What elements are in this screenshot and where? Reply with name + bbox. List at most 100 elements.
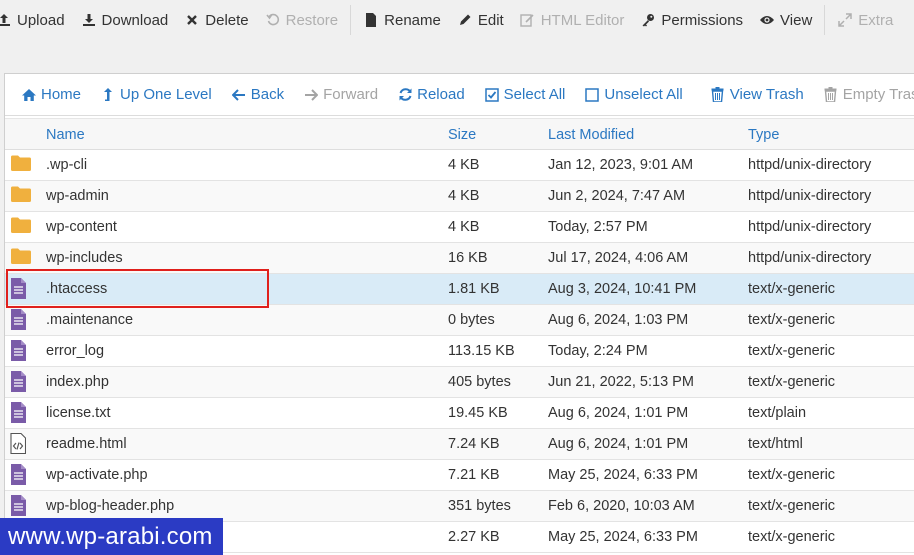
file-last-modified: May 25, 2024, 6:33 PM xyxy=(548,529,698,545)
edit-button[interactable]: Edit xyxy=(449,2,512,38)
extract-label: Extra xyxy=(858,11,894,29)
upload-label: Upload xyxy=(17,11,65,29)
permissions-label: Permissions xyxy=(661,11,744,29)
column-header-name[interactable]: Name xyxy=(46,127,85,143)
file-last-modified: Jun 2, 2024, 7:47 AM xyxy=(548,188,686,204)
back-button[interactable]: Back xyxy=(225,86,290,103)
file-type: httpd/unix-directory xyxy=(748,219,872,235)
key-icon xyxy=(640,12,656,28)
file-name[interactable]: license.txt xyxy=(46,405,110,421)
folder-icon xyxy=(10,185,32,207)
up-one-level-label: Up One Level xyxy=(120,86,212,103)
top-toolbar: Upload Download Delete Restore Rename Ed… xyxy=(0,0,914,40)
arrow-right-icon xyxy=(303,87,319,103)
forward-button[interactable]: Forward xyxy=(297,86,384,103)
file-name[interactable]: wp-blog-header.php xyxy=(46,498,174,514)
file-icon xyxy=(363,12,379,28)
rename-button[interactable]: Rename xyxy=(355,2,449,38)
download-label: Download xyxy=(101,11,169,29)
back-label: Back xyxy=(250,86,285,103)
file-type: text/x-generic xyxy=(748,312,836,328)
view-trash-button[interactable]: View Trash xyxy=(704,86,810,103)
file-type: text/x-generic xyxy=(748,281,836,297)
column-header-size[interactable]: Size xyxy=(448,127,476,143)
table-row[interactable]: readme.html 7.24 KB Aug 6, 2024, 1:01 PM te… xyxy=(5,429,914,460)
file-name[interactable]: wp-admin xyxy=(46,188,109,204)
text-file-icon xyxy=(10,402,32,424)
toolbar-divider xyxy=(824,5,826,35)
checkbox-checked-icon xyxy=(484,87,500,103)
table-row[interactable]: .maintenance 0 bytes Aug 6, 2024, 1:03 PM t… xyxy=(5,305,914,336)
file-name[interactable]: index.php xyxy=(46,374,109,390)
permissions-button[interactable]: Permissions xyxy=(632,2,751,38)
home-button[interactable]: Home xyxy=(15,86,87,103)
file-type: httpd/unix-directory xyxy=(748,157,872,173)
up-one-level-button[interactable]: Up One Level xyxy=(94,86,218,103)
arrow-left-icon xyxy=(231,87,247,103)
file-size: 7.21 KB xyxy=(448,467,500,483)
table-row[interactable]: index.php 405 bytes Jun 21, 2022, 5:13 PM t… xyxy=(5,367,914,398)
file-name[interactable]: wp-activate.php xyxy=(46,467,148,483)
watermark-text: www.wp-arabi.com xyxy=(8,522,213,550)
table-row[interactable]: wp-includes 16 KB Jul 17, 2024, 4:06 AM htt… xyxy=(5,243,914,274)
file-name[interactable]: .wp-cli xyxy=(46,157,87,173)
html-editor-button[interactable]: HTML Editor xyxy=(512,2,633,38)
reload-button[interactable]: Reload xyxy=(391,86,471,103)
file-last-modified: Aug 6, 2024, 1:01 PM xyxy=(548,436,689,452)
file-name[interactable]: readme.html xyxy=(46,436,127,452)
html-editor-icon xyxy=(520,12,536,28)
navigation-bar: Home Up One Level Back Forward Reload Se… xyxy=(5,74,914,116)
table-row[interactable]: error_log 113.15 KB Today, 2:24 PM text/x-g… xyxy=(5,336,914,367)
home-icon xyxy=(21,87,37,103)
table-row[interactable]: wp-content 4 KB Today, 2:57 PM httpd/unix-d… xyxy=(5,212,914,243)
file-name[interactable]: wp-content xyxy=(46,219,117,235)
up-level-icon xyxy=(100,87,116,103)
column-header-last-modified[interactable]: Last Modified xyxy=(548,127,634,143)
file-last-modified: Jul 17, 2024, 4:06 AM xyxy=(548,250,689,266)
unselect-all-button[interactable]: Unselect All xyxy=(578,86,688,103)
file-last-modified: May 25, 2024, 6:33 PM xyxy=(548,467,698,483)
restore-icon xyxy=(265,12,281,28)
restore-button[interactable]: Restore xyxy=(257,2,347,38)
reload-label: Reload xyxy=(417,86,465,103)
rename-label: Rename xyxy=(384,11,441,29)
extract-button[interactable]: Extra xyxy=(829,2,901,38)
table-row[interactable]: license.txt 19.45 KB Aug 6, 2024, 1:01 PM t… xyxy=(5,398,914,429)
file-size: 351 bytes xyxy=(448,498,511,514)
empty-trash-label: Empty Trash xyxy=(842,86,914,103)
file-name[interactable]: .maintenance xyxy=(46,312,133,328)
file-name[interactable]: error_log xyxy=(46,343,104,359)
toolbar-divider xyxy=(350,5,352,35)
watermark: www.wp-arabi.com xyxy=(0,518,223,555)
file-last-modified: Aug 6, 2024, 1:03 PM xyxy=(548,312,689,328)
html-editor-label: HTML Editor xyxy=(540,11,625,29)
text-file-icon xyxy=(10,340,32,362)
file-name[interactable]: .htaccess xyxy=(46,281,107,297)
file-size: 405 bytes xyxy=(448,374,511,390)
file-last-modified: Today, 2:57 PM xyxy=(548,219,648,235)
file-size: 0 bytes xyxy=(448,312,495,328)
file-last-modified: Jan 12, 2023, 9:01 AM xyxy=(548,157,694,173)
delete-button[interactable]: Delete xyxy=(176,2,256,38)
text-file-icon xyxy=(10,495,32,517)
file-type: httpd/unix-directory xyxy=(748,188,872,204)
folder-icon xyxy=(10,154,32,176)
view-button[interactable]: View xyxy=(751,2,820,38)
column-header-type[interactable]: Type xyxy=(748,127,779,143)
table-row[interactable]: .wp-cli 4 KB Jan 12, 2023, 9:01 AM httpd/un… xyxy=(5,150,914,181)
file-last-modified: Today, 2:24 PM xyxy=(548,343,648,359)
empty-trash-button[interactable]: Empty Trash xyxy=(817,86,914,103)
view-trash-label: View Trash xyxy=(729,86,804,103)
file-size: 16 KB xyxy=(448,250,488,266)
download-button[interactable]: Download xyxy=(73,2,177,38)
expand-icon xyxy=(837,12,853,28)
upload-button[interactable]: Upload xyxy=(0,2,73,38)
table-row[interactable]: wp-activate.php 7.21 KB May 25, 2024, 6:33… xyxy=(5,460,914,491)
forward-label: Forward xyxy=(323,86,379,103)
select-all-button[interactable]: Select All xyxy=(478,86,572,103)
edit-label: Edit xyxy=(477,11,504,29)
file-name[interactable]: wp-includes xyxy=(46,250,123,266)
text-file-icon xyxy=(10,278,32,300)
table-row[interactable]: .htaccess 1.81 KB Aug 3, 2024, 10:41 PM tex… xyxy=(5,274,914,305)
table-row[interactable]: wp-admin 4 KB Jun 2, 2024, 7:47 AM httpd/un… xyxy=(5,181,914,212)
